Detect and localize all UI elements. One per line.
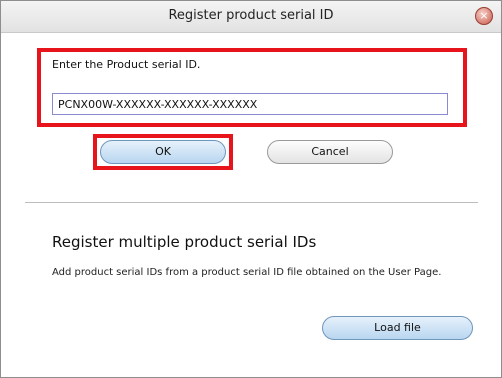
dialog-window: Register product serial ID × Enter the P…	[0, 0, 502, 378]
close-icon[interactable]: ×	[475, 7, 493, 25]
serial-id-input[interactable]	[52, 93, 448, 115]
serial-id-label: Enter the Product serial ID.	[52, 58, 201, 71]
title-bar: Register product serial ID ×	[1, 1, 501, 33]
cancel-button[interactable]: Cancel	[267, 140, 393, 164]
ok-button[interactable]: OK	[100, 140, 226, 164]
load-file-button[interactable]: Load file	[322, 316, 473, 340]
section-divider	[25, 202, 478, 203]
multiple-ids-heading: Register multiple product serial IDs	[52, 233, 317, 251]
multiple-ids-description: Add product serial IDs from a product se…	[52, 267, 442, 278]
window-title: Register product serial ID	[168, 8, 334, 23]
